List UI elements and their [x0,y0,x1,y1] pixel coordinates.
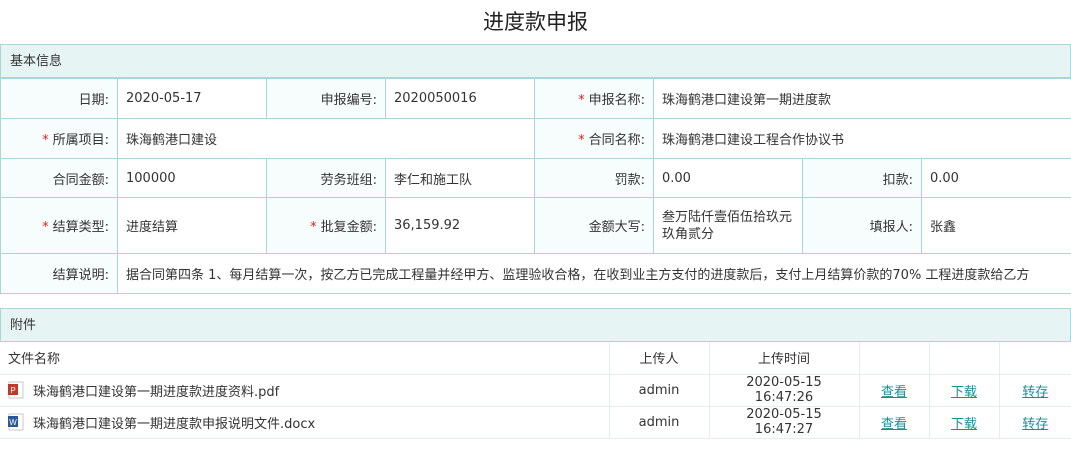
action-cell: 转存 [998,374,1071,407]
approved-amount-value: 36,159.92 [385,197,535,254]
reporter-value: 张鑫 [920,197,1071,254]
action-cell: 下载 [928,406,999,439]
info-row: 日期: 2020-05-17 申报编号: 2020050016 * 申报名称: 珠… [0,78,1071,119]
report-number-label: 申报编号: [266,78,386,119]
column-action-transfer [998,342,1071,375]
penalty-value: 0.00 [653,158,803,198]
action-cell: 转存 [998,406,1071,439]
uploader-cell: admin [608,406,709,439]
action-cell: 下载 [928,374,999,407]
attachments-header: 附件 [0,308,1071,342]
project-label: * 所属项目: [0,118,118,159]
table-row: P 珠海鹤港口建设第一期进度款进度资料.pdf admin 2020-05-15… [0,374,1071,407]
column-file-name: 文件名称 [0,342,609,375]
info-row: 合同金额: 100000 劳务班组: 李仁和施工队 罚款: 0.00 扣款: 0… [0,158,1071,198]
column-upload-time: 上传时间 [708,342,859,375]
settlement-note-value: 据合同第四条 1、每月结算一次，按乙方已完成工程量并经甲方、监理验收合格，在收到… [116,253,1071,294]
amount-in-words-label: 金额大写: [534,197,654,254]
approved-amount-label: * 批复金额: [266,197,386,254]
labor-team-label: 劳务班组: [266,158,386,198]
deduction-label: 扣款: [802,158,922,198]
info-row: 结算说明: 据合同第四条 1、每月结算一次，按乙方已完成工程量并经甲方、监理验收… [0,253,1071,294]
project-value: 珠海鹤港口建设 [117,118,535,159]
basic-info-header: 基本信息 [0,44,1071,78]
report-name-value: 珠海鹤港口建设第一期进度款 [652,78,1071,119]
view-link[interactable]: 查看 [881,385,907,400]
reporter-label: 填报人: [802,197,922,254]
required-mark: * [578,133,585,148]
column-action-download [928,342,999,375]
info-row: * 所属项目: 珠海鹤港口建设 * 合同名称: 珠海鹤港口建设工程合作协议书 [0,118,1071,159]
required-mark: * [578,93,585,108]
page-title: 进度款申报 [483,10,588,34]
attachments-header-row: 文件名称 上传人 上传时间 [0,342,1071,375]
file-name-cell: P 珠海鹤港口建设第一期进度款进度资料.pdf [0,374,609,407]
svg-text:P: P [10,386,15,395]
table-row: W 珠海鹤港口建设第一期进度款申报说明文件.docx admin 2020-05… [0,406,1071,439]
date-label: 日期: [0,78,118,119]
contract-name-value: 珠海鹤港口建设工程合作协议书 [652,118,1071,159]
pdf-file-icon: P [8,381,24,399]
uploader-cell: admin [608,374,709,407]
file-name-cell: W 珠海鹤港口建设第一期进度款申报说明文件.docx [0,406,609,439]
upload-time-cell: 2020-05-15 16:47:27 [708,406,859,439]
word-file-icon: W [8,413,24,431]
required-mark: * [310,220,317,235]
contract-name-label: * 合同名称: [534,118,654,159]
required-mark: * [42,220,49,235]
attachments-table: 文件名称 上传人 上传时间 P 珠海鹤港口建设第一期进度款进度资料.pdf ad… [0,342,1071,439]
column-uploader: 上传人 [608,342,709,375]
transfer-link[interactable]: 转存 [1022,417,1048,432]
settlement-type-label: * 结算类型: [0,197,118,254]
svg-text:W: W [9,418,17,427]
date-value: 2020-05-17 [117,78,267,119]
required-mark: * [42,133,49,148]
report-number-value: 2020050016 [385,78,535,119]
labor-team-value: 李仁和施工队 [385,158,535,198]
report-name-label: * 申报名称: [534,78,654,119]
contract-amount-value: 100000 [117,158,267,198]
upload-time-cell: 2020-05-15 16:47:26 [708,374,859,407]
action-cell: 查看 [858,406,929,439]
view-link[interactable]: 查看 [881,417,907,432]
column-action-view [858,342,929,375]
contract-amount-label: 合同金额: [0,158,118,198]
download-link[interactable]: 下载 [951,417,977,432]
settlement-note-label: 结算说明: [0,253,118,294]
penalty-label: 罚款: [534,158,654,198]
settlement-type-value: 进度结算 [117,197,267,254]
file-name-text: 珠海鹤港口建设第一期进度款申报说明文件.docx [33,416,316,432]
info-row: * 结算类型: 进度结算 * 批复金额: 36,159.92 金额大写: 叁万陆仟壹… [0,197,1071,254]
basic-info-table: 日期: 2020-05-17 申报编号: 2020050016 * 申报名称: 珠… [0,78,1071,294]
file-name-text: 珠海鹤港口建设第一期进度款进度资料.pdf [33,384,280,400]
transfer-link[interactable]: 转存 [1022,385,1048,400]
download-link[interactable]: 下载 [951,385,977,400]
action-cell: 查看 [858,374,929,407]
deduction-value: 0.00 [920,158,1071,198]
amount-in-words-value: 叁万陆仟壹佰伍拾玖元玖角贰分 [653,197,803,254]
